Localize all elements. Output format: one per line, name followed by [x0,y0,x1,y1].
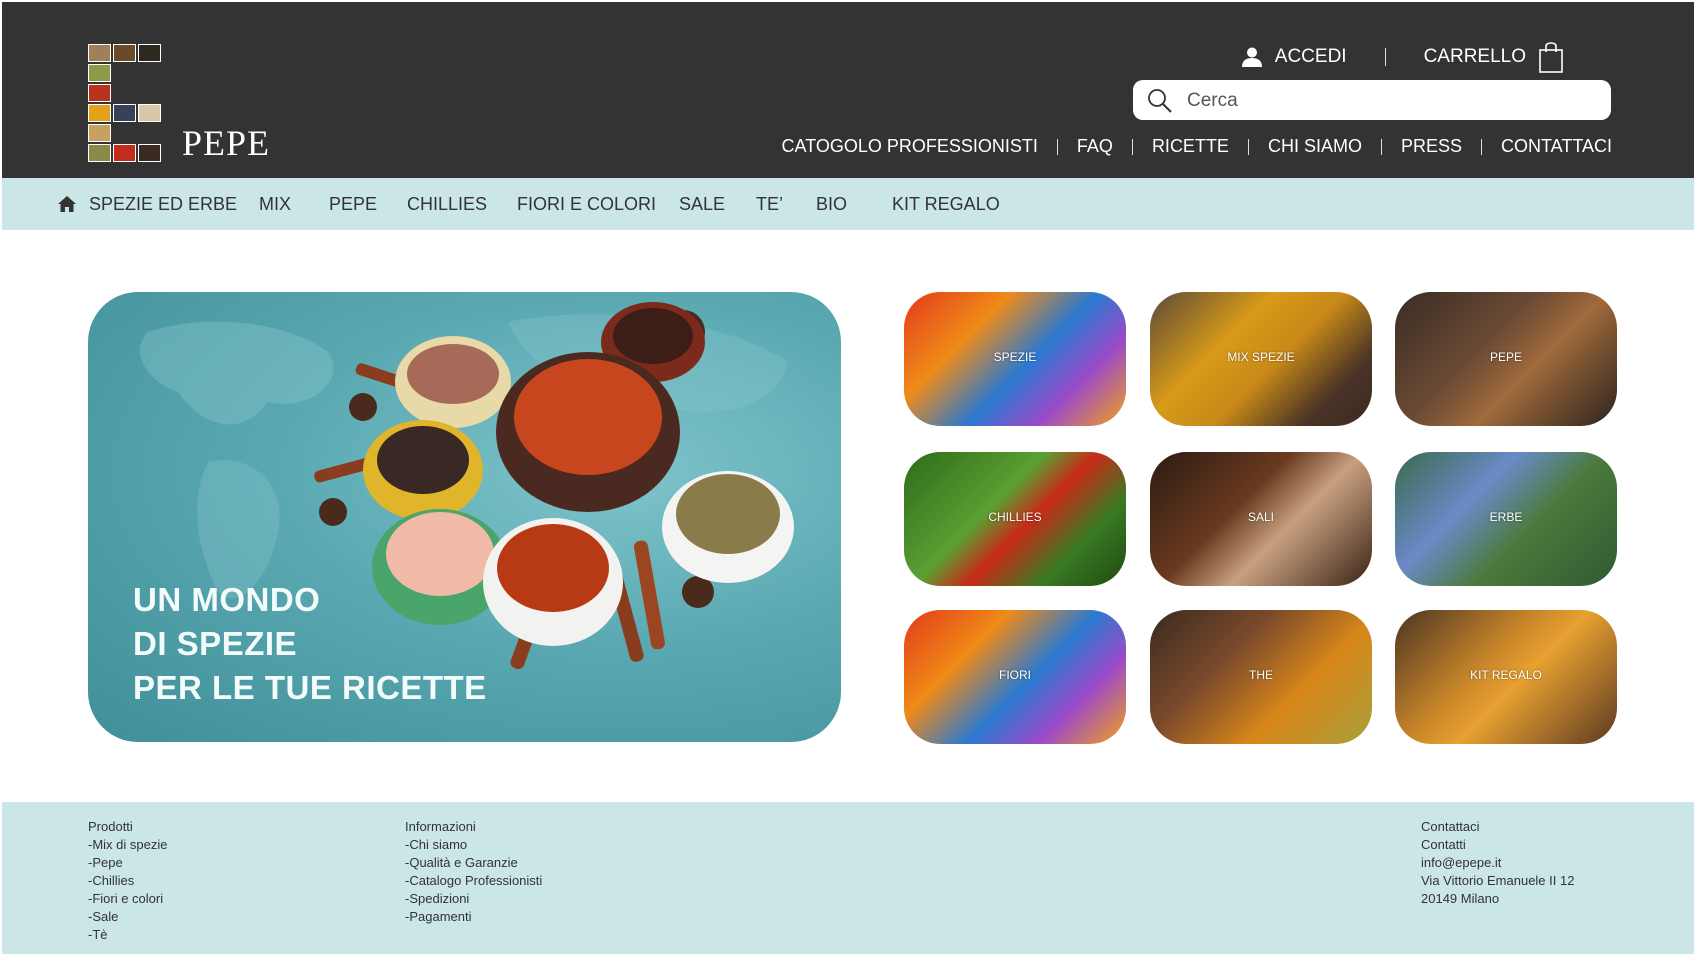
category-sale[interactable]: SALE [679,178,725,230]
divider [1056,138,1058,155]
footer-heading: Informazioni [405,819,476,834]
category-pepe[interactable]: PEPE [329,178,377,230]
divider [1131,138,1133,155]
user-icon [1241,47,1262,67]
home-icon[interactable] [58,196,76,212]
tile-label: SPEZIE [993,350,1037,364]
header: PEPE ACCEDI CARRELLO Cerca CATOGOLO PROF… [2,2,1694,178]
search-box[interactable] [1133,80,1611,120]
shopping-bag-icon [1539,42,1563,73]
category-te[interactable]: TE’ [756,178,783,230]
tile-label: KIT REGALO [1470,668,1542,682]
hero-banner[interactable]: UN MONDO DI SPEZIE PER LE TUE RICETTE [88,292,841,742]
footer-link[interactable]: -Fiori e colori [88,890,167,908]
divider [1481,138,1482,155]
category-chillies[interactable]: CHILLIES [407,178,487,230]
footer-link[interactable]: -Sale [88,908,167,926]
divider [1384,48,1386,66]
category-bio[interactable]: BIO [816,178,847,230]
footer-link[interactable]: Contatti [1421,836,1574,854]
footer-link[interactable]: -Pepe [88,854,167,872]
hero-headline: UN MONDO DI SPEZIE PER LE TUE RICETTE [133,578,487,710]
hero-line: UN MONDO [133,581,321,618]
tile-spezie[interactable]: SPEZIE [904,292,1126,426]
tile-label: ERBE [1489,510,1523,524]
category-mix[interactable]: MIX [259,178,291,230]
cart-link[interactable]: CARRELLO [1424,40,1564,74]
footer-link[interactable]: -Pagamenti [405,908,542,926]
brand-name: PEPE [182,123,271,163]
category-fiori-e-colori[interactable]: FIORI E COLORI [517,178,656,230]
tile-label: PEPE [1489,350,1522,364]
footer-link[interactable]: -Qualità e Garanzie [405,854,542,872]
divider [1380,138,1382,155]
nav-contattaci[interactable]: CONTATTACI [1501,136,1612,157]
top-nav: CATOGOLO PROFESSIONISTI FAQ RICETTE CHI … [782,136,1612,157]
category-bar: SPEZIE ED ERBE MIX PEPE CHILLIES FIORI E… [2,178,1694,230]
category-spezie-ed-erbe[interactable]: SPEZIE ED ERBE [89,178,237,230]
footer-link[interactable]: -Chillies [88,872,167,890]
nav-faq[interactable]: FAQ [1077,136,1113,157]
logo-spice-grid [88,44,163,164]
tile-pepe[interactable]: PEPE [1395,292,1617,426]
nav-chi-siamo[interactable]: CHI SIAMO [1268,136,1362,157]
category-kit-regalo[interactable]: KIT REGALO [892,178,1000,230]
hero-line: DI SPEZIE [133,625,298,662]
footer-link[interactable]: -Spedizioni [405,890,542,908]
footer-info: Informazioni -Chi siamo -Qualità e Garan… [405,818,542,926]
hero-line: PER LE TUE RICETTE [133,669,487,706]
page: PEPE ACCEDI CARRELLO Cerca CATOGOLO PROF… [2,2,1694,954]
footer-contacts: Contattaci Contatti info@epepe.it Via Vi… [1421,818,1574,908]
footer-address: Via Vittorio Emanuele II 12 [1421,873,1575,888]
tile-kit-regalo[interactable]: KIT REGALO [1395,610,1617,744]
footer-link[interactable]: -Catalogo Professionisti [405,872,542,890]
footer-link[interactable]: -Chi siamo [405,836,542,854]
footer-link[interactable]: -Mix di spezie [88,836,167,854]
footer-products: Prodotti -Mix di spezie -Pepe -Chillies … [88,818,167,944]
tile-label: SALI [1247,510,1274,524]
search-input[interactable] [1185,86,1589,116]
login-link[interactable]: ACCEDI [1241,46,1347,68]
tile-erbe[interactable]: ERBE [1395,452,1617,586]
tile-mix-spezie[interactable]: MIX SPEZIE [1150,292,1372,426]
nav-catalogo-professionisti[interactable]: CATOGOLO PROFESSIONISTI [782,136,1038,157]
footer-heading: Prodotti [88,819,133,834]
tile-label: CHILLIES [988,510,1042,524]
nav-press[interactable]: PRESS [1401,136,1462,157]
tile-sali[interactable]: SALI [1150,452,1372,586]
divider [1247,138,1249,155]
login-label: ACCEDI [1274,46,1347,67]
nav-ricette[interactable]: RICETTE [1152,136,1229,157]
footer-link[interactable]: -Tè [88,926,167,944]
tile-fiori[interactable]: FIORI [904,610,1126,744]
tile-label: MIX SPEZIE [1227,350,1295,364]
tile-label: THE [1249,668,1273,682]
cart-label: CARRELLO [1423,46,1526,67]
tile-label: FIORI [999,668,1031,682]
footer: Prodotti -Mix di spezie -Pepe -Chillies … [2,802,1694,954]
logo[interactable]: PEPE [88,44,271,164]
tile-the[interactable]: THE [1150,610,1372,744]
account-bar: ACCEDI CARRELLO [1241,40,1564,74]
footer-email[interactable]: info@epepe.it [1421,854,1574,872]
tile-chillies[interactable]: CHILLIES [904,452,1126,586]
search-icon [1148,89,1172,113]
footer-city: 20149 Milano [1421,891,1500,906]
footer-heading: Contattaci [1421,819,1480,834]
